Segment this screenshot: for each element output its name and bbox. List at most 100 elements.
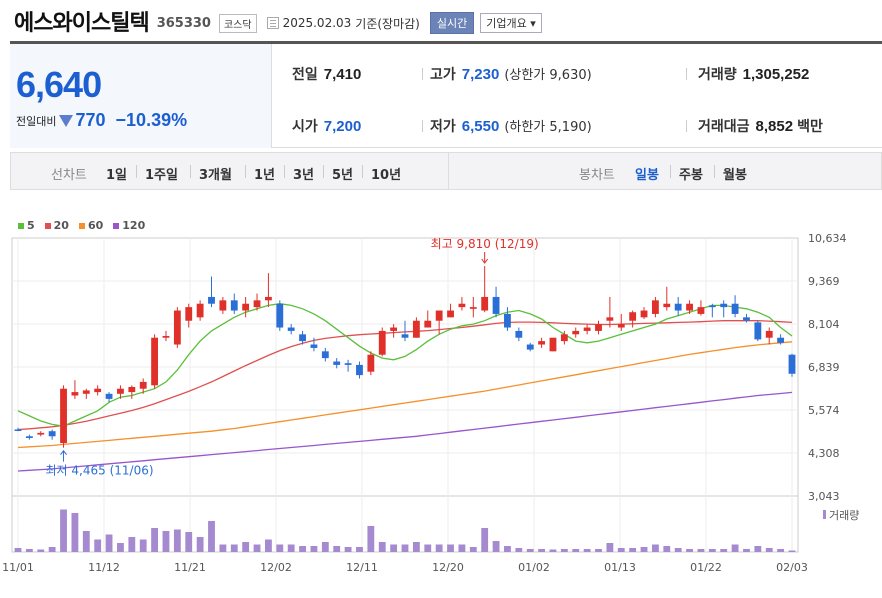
candle-body	[117, 388, 124, 394]
volume-bar	[356, 547, 363, 552]
candle-body	[492, 296, 500, 314]
candle-body	[253, 300, 261, 308]
candle-body	[48, 431, 56, 437]
x-tick-label: 11/21	[174, 561, 206, 574]
y-tick-label: 4,308	[808, 447, 840, 460]
candle-body	[754, 322, 762, 340]
x-tick-label: 12/11	[346, 561, 378, 574]
volume-bar	[264, 539, 272, 552]
candle-body	[538, 341, 546, 345]
candle-body	[788, 354, 796, 374]
volume-bar	[435, 544, 443, 552]
candle-body	[765, 330, 773, 338]
volume-bar	[560, 549, 568, 552]
candle-body	[390, 327, 398, 331]
volume-bar	[14, 548, 22, 552]
max-annotation: 최고 9,810 (12/19)	[431, 237, 539, 251]
volume-bar	[583, 549, 591, 552]
volume-bar	[105, 534, 113, 552]
volume-bar	[310, 546, 318, 552]
volume-bar	[424, 544, 432, 552]
volume-bar	[595, 549, 602, 552]
volume-bar	[94, 539, 102, 552]
volume-bar	[162, 531, 170, 552]
volume-legend-swatch	[823, 510, 826, 519]
volume-bar	[299, 546, 306, 552]
volume-bar	[720, 549, 728, 552]
candle-body	[94, 388, 102, 393]
volume-legend-label: 거래량	[829, 509, 859, 522]
candle-body	[401, 334, 409, 338]
candle-body	[71, 392, 79, 396]
volume-bar	[60, 509, 67, 552]
volume-bar	[504, 546, 511, 552]
volume-bar	[765, 548, 773, 552]
candle-body	[310, 344, 318, 348]
volume-bar	[640, 547, 648, 552]
volume-bar	[788, 550, 796, 552]
candle-body	[230, 300, 238, 311]
volume-bar	[515, 548, 523, 552]
y-tick-label: 8,104	[808, 318, 840, 331]
candle-body	[219, 300, 227, 311]
x-tick-label: 12/20	[432, 561, 464, 574]
candle-body	[367, 354, 375, 372]
volume-bar	[139, 539, 147, 552]
x-tick-label: 01/22	[690, 561, 722, 574]
candle-body	[299, 334, 306, 342]
volume-bar	[71, 513, 79, 552]
volume-bar	[447, 544, 454, 552]
candle-body	[606, 317, 614, 321]
volume-bar	[390, 544, 398, 552]
candle-body	[287, 327, 295, 331]
volume-bar	[617, 548, 625, 552]
volume-bar	[367, 526, 375, 552]
volume-bar	[128, 537, 136, 552]
candle-body	[333, 361, 341, 365]
candle-body	[82, 390, 90, 394]
volume-bar	[151, 528, 159, 552]
candle-body	[674, 303, 682, 311]
candle-body	[162, 336, 170, 338]
volume-bar	[48, 547, 56, 552]
volume-bar	[37, 549, 45, 552]
candle-body	[128, 387, 136, 393]
volume-bar	[549, 549, 557, 552]
volume-bar	[777, 549, 785, 552]
volume-bar	[82, 531, 90, 552]
x-tick-label: 11/12	[88, 561, 120, 574]
volume-bar	[686, 549, 693, 552]
candle-body	[526, 344, 534, 350]
candle-body	[151, 337, 159, 386]
volume-bar	[572, 549, 580, 552]
candle-body	[720, 303, 728, 308]
ma120-line	[17, 391, 793, 472]
volume-bar	[378, 542, 386, 552]
candle-body	[560, 334, 568, 342]
candle-body	[617, 324, 625, 328]
x-tick-label: 11/01	[2, 561, 34, 574]
volume-bar	[412, 542, 420, 552]
volume-bar	[697, 549, 705, 552]
volume-bar	[173, 529, 181, 552]
candle-body	[242, 303, 250, 311]
plot-frame	[11, 237, 799, 553]
volume-bar	[538, 549, 546, 552]
candle-body	[276, 303, 284, 328]
candlestick-chart[interactable]: 10,634 9,369 8,104 6,839 5,574 4,308 3,043 11/0…	[0, 0, 882, 598]
x-tick-label: 01/13	[604, 561, 636, 574]
candle-body	[356, 364, 363, 376]
volume-bar	[253, 544, 261, 552]
volume-bar	[743, 549, 750, 552]
candle-body	[708, 305, 716, 308]
candle-body	[321, 351, 329, 359]
candle-body	[629, 312, 637, 321]
candle-body	[412, 320, 420, 338]
volume-bar	[526, 549, 534, 552]
x-tick-label: 02/03	[776, 561, 808, 574]
candle-body	[264, 296, 272, 301]
y-tick-label: 10,634	[808, 232, 847, 245]
volume-bar	[185, 532, 193, 552]
candle-body	[777, 337, 785, 343]
volume-bar	[287, 544, 295, 552]
